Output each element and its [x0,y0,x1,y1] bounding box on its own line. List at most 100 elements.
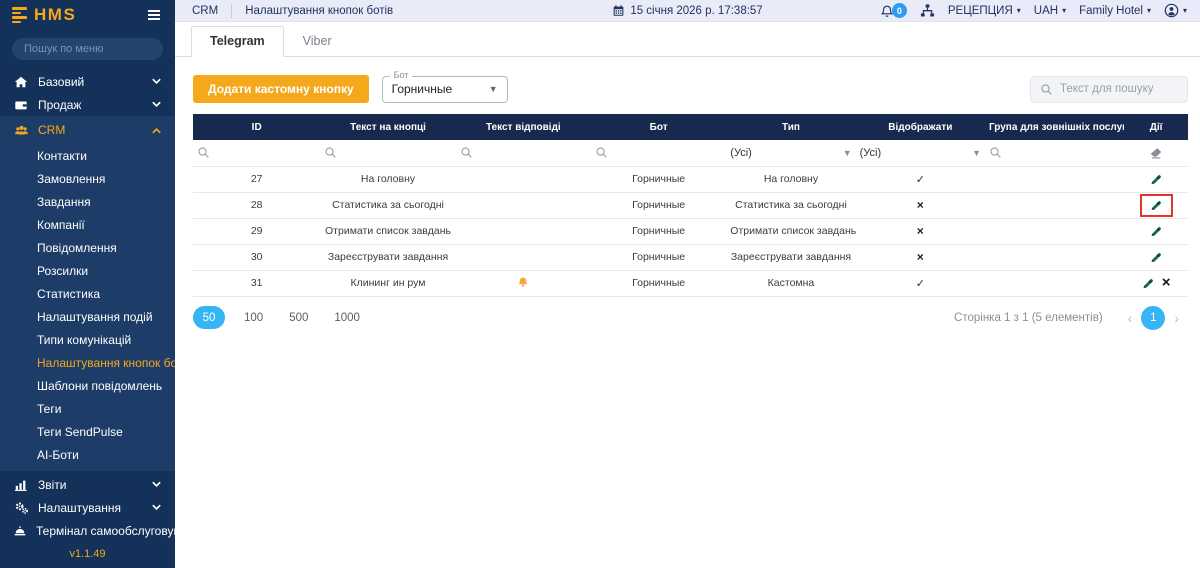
edit-button[interactable] [1150,251,1163,264]
notifications-button[interactable]: 0 [880,3,907,18]
filter-search-cell[interactable] [324,146,451,159]
reception-menu-label: РЕЦЕПЦИЯ [948,5,1013,17]
sidebar-item-basic[interactable]: Базовий [0,70,175,93]
type-cell: Отримати список завдань [726,218,855,244]
topbar: CRM Налаштування кнопок ботів 15 січня 2… [175,0,1200,22]
sidebar-item-self-service-terminal[interactable]: Термінал самообслуговування [0,519,175,542]
sidebar-header: HMS [0,0,175,30]
edit-button[interactable] [1150,173,1163,186]
sidebar-item-label: Термінал самообслуговування [36,524,175,538]
currency-menu-label: UAH [1034,5,1058,17]
bot-select-value: Горничные [392,82,453,96]
filter-search-cell[interactable] [595,146,722,159]
column-header[interactable]: Дії [1124,114,1188,140]
sidebar-subitem[interactable]: Теги [0,397,175,420]
user-menu[interactable]: ▾ [1164,3,1187,18]
chevron-down-icon: ▾ [1183,7,1187,15]
id-cell: 31 [193,270,320,296]
button-text-cell: На головну [320,166,455,192]
sidebar-subitem[interactable]: Замовлення [0,167,175,190]
actions-group [1142,170,1171,189]
sidebar-subitem-active[interactable]: Налаштування кнопок ботів [0,351,175,374]
sidebar-subitem[interactable]: Статистика [0,282,175,305]
page-size-100[interactable]: 100 [237,306,270,329]
chevron-down-icon: ▼ [843,148,852,158]
home-icon [13,75,29,89]
sales-icon [13,98,29,112]
table-row: 27На головнуГорничныеНа головну✓ [193,166,1188,192]
sidebar-subitem[interactable]: Завдання [0,190,175,213]
actions-group [1142,248,1171,267]
filter-select-value: (Усі) [730,147,752,159]
filter-search-cell[interactable] [989,146,1120,159]
current-page-button[interactable]: 1 [1141,306,1165,330]
table-search[interactable] [1030,76,1188,103]
currency-menu[interactable]: UAH▾ [1034,5,1066,17]
edit-button[interactable] [1142,277,1155,290]
add-custom-button[interactable]: Додати кастомну кнопку [193,75,369,103]
page-size-500[interactable]: 500 [282,306,315,329]
sidebar-nav: БазовийПродажCRMКонтактиЗамовленняЗавдан… [0,70,175,542]
bot-select[interactable]: Бот Горничные ▼ [382,76,508,103]
reception-menu[interactable]: РЕЦЕПЦИЯ▾ [948,5,1021,17]
sidebar-item-crm[interactable]: CRM [0,116,175,144]
visible-cell: × [856,218,985,244]
breadcrumb-module[interactable]: CRM [188,5,218,17]
column-header[interactable]: Група для зовнішніх послуг [985,114,1124,140]
sidebar-subitem[interactable]: Шаблони повідомлень [0,374,175,397]
response-text-cell [456,192,591,218]
breadcrumb-separator [231,4,232,18]
search-icon [460,146,473,159]
sidebar-subitem[interactable]: Теги SendPulse [0,420,175,443]
edit-button[interactable] [1150,225,1163,238]
column-header[interactable]: Текст відповіді [456,114,591,140]
sidebar-subitem[interactable]: Розсилки [0,259,175,282]
collapse-menu-icon[interactable] [145,7,163,23]
next-page-icon[interactable]: › [1174,310,1179,326]
filter-search-cell[interactable] [460,146,587,159]
clear-filters-button[interactable] [1128,146,1184,160]
page-size-1000[interactable]: 1000 [327,306,367,329]
table-search-input[interactable] [1060,83,1178,95]
page-info: Сторінка 1 з 1 (5 елементів) [954,312,1103,324]
menu-search-input[interactable] [12,38,163,60]
sidebar-subitem[interactable]: Налаштування подій [0,305,175,328]
hotel-menu[interactable]: Family Hotel▾ [1079,5,1151,17]
type-cell: Зареєструвати завдання [726,244,855,270]
tab-viber[interactable]: Viber [284,26,351,57]
breadcrumb-page: Налаштування кнопок ботів [245,5,393,17]
page-size-50[interactable]: 50 [193,306,225,329]
sidebar-subitem[interactable]: AI-Боти [0,443,175,466]
bot-cell: Горничные [591,218,726,244]
id-cell: 29 [193,218,320,244]
column-header[interactable]: Тип [726,114,855,140]
sidebar-item-sales[interactable]: Продаж [0,93,175,116]
sidebar-item-reports[interactable]: Звіти [0,473,175,496]
button-text-cell: Клининг ин рум [320,270,455,296]
sidebar-subitem[interactable]: Повідомлення [0,236,175,259]
edit-button[interactable] [1150,199,1163,212]
network-icon[interactable] [920,3,935,18]
column-header[interactable]: Текст на кнопці [320,114,455,140]
cross-icon: × [917,198,924,212]
sidebar-subitem[interactable]: Компанії [0,213,175,236]
column-header[interactable]: Відображати [856,114,985,140]
filter-select[interactable]: (Усі) ▼ [730,147,851,159]
delete-button[interactable]: × [1162,277,1171,289]
tab-bar: TelegramViber [175,22,1200,57]
actions-cell [1124,244,1188,270]
terminal-icon [13,524,27,538]
column-header[interactable]: Бот [591,114,726,140]
visible-cell: ✓ [856,166,985,192]
column-header[interactable]: ID [193,114,320,140]
bot-cell: Горничные [591,192,726,218]
prev-page-icon[interactable]: ‹ [1128,310,1133,326]
bot-select-label: Бот [390,70,413,80]
sidebar-subitem[interactable]: Типи комунікацій [0,328,175,351]
sidebar-item-settings[interactable]: Налаштування [0,496,175,519]
sidebar-subitem[interactable]: Контакти [0,144,175,167]
filter-search-cell[interactable] [197,146,316,159]
pagination: 50 100 500 1000 Сторінка 1 з 1 (5 елементів… [193,306,1188,330]
tab-telegram[interactable]: Telegram [191,26,284,57]
filter-select[interactable]: (Усі)▼ [860,147,981,159]
